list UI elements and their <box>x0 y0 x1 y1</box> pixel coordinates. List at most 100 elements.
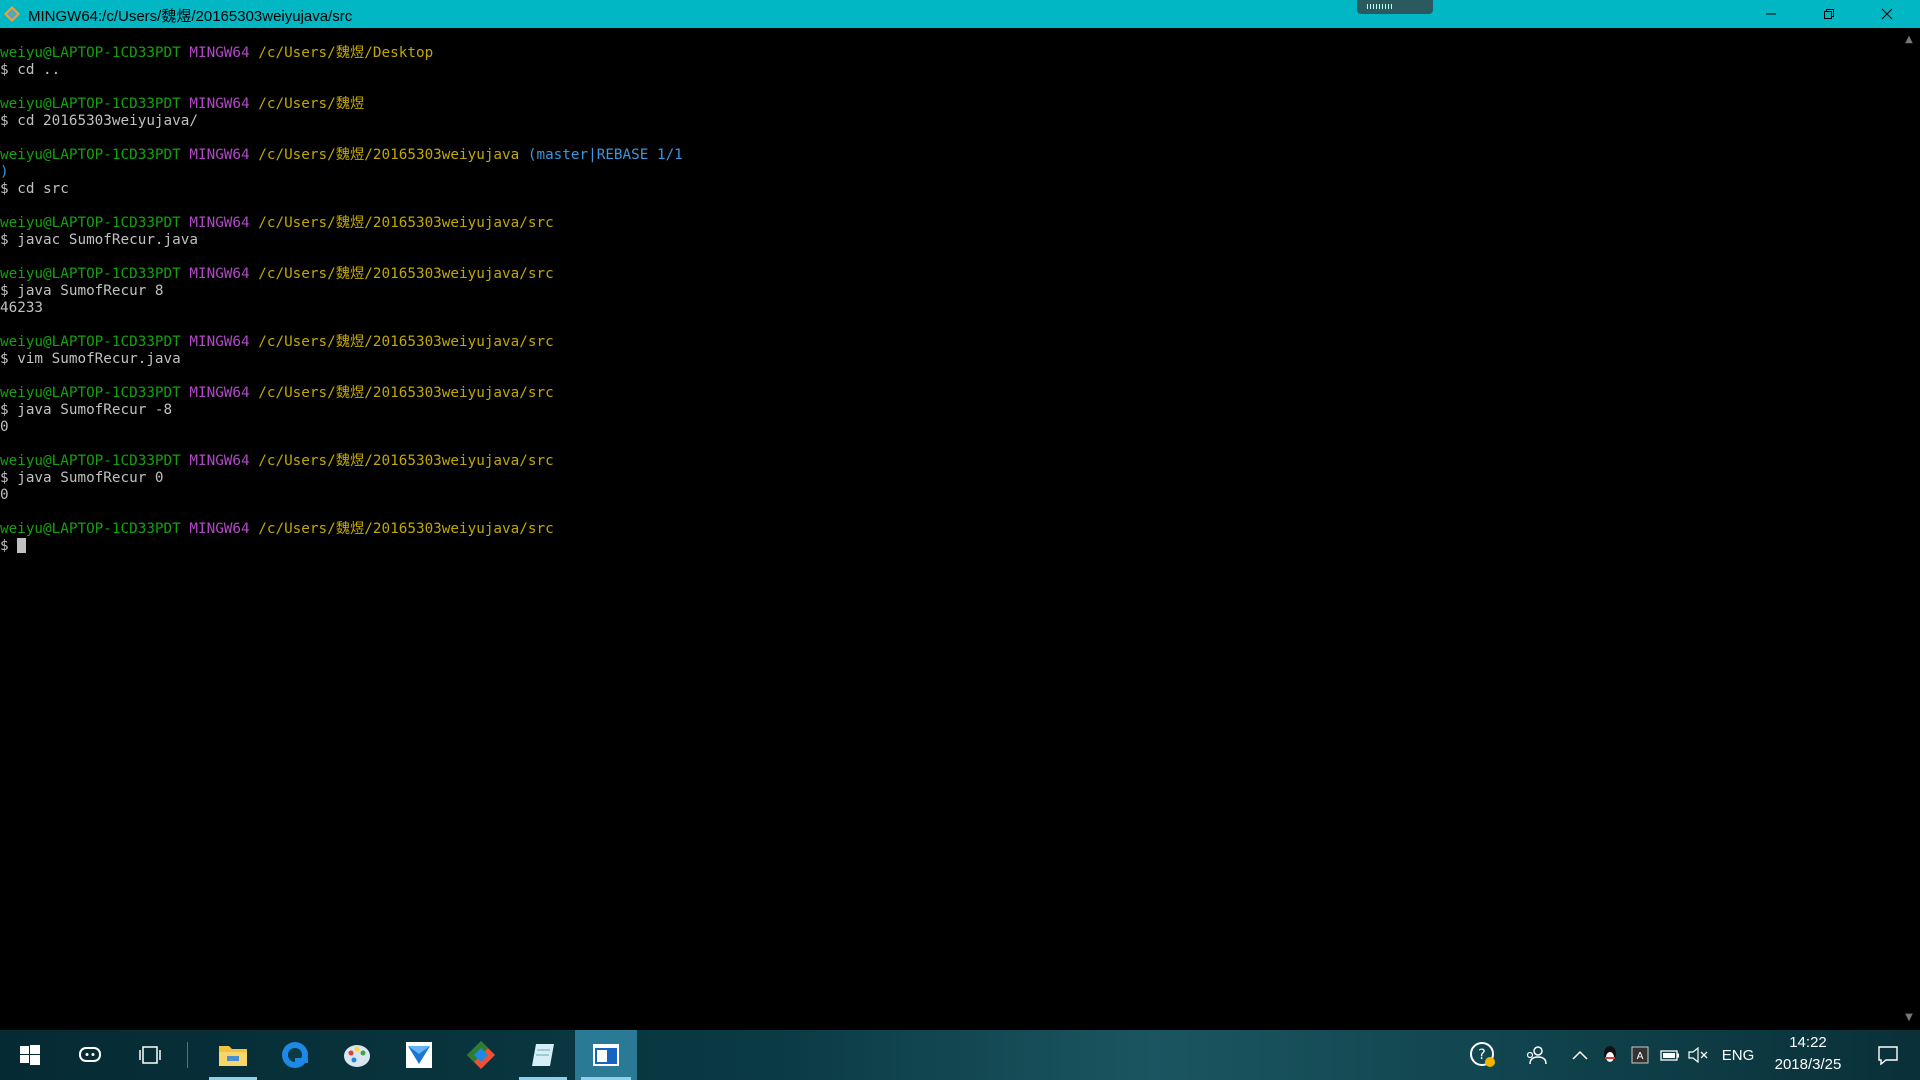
terminal-icon <box>593 1044 619 1066</box>
scroll-down-icon[interactable]: ▼ <box>1898 1010 1920 1026</box>
terminal-line: 0 <box>0 419 683 436</box>
taskbar-terminal[interactable] <box>575 1030 637 1080</box>
terminal-output-text: 46233 <box>0 300 44 316</box>
taskbar-file-explorer[interactable] <box>203 1030 263 1080</box>
prompt-shell: MINGW64 <box>189 147 250 163</box>
terminal-line: weiyu@LAPTOP-1CD33PDT MINGW64 /c/Users/魏… <box>0 385 683 402</box>
prompt-user: weiyu@LAPTOP-1CD33PDT <box>0 453 181 469</box>
terminal-output[interactable]: weiyu@LAPTOP-1CD33PDT MINGW64 /c/Users/魏… <box>0 28 1898 1030</box>
vertical-scrollbar[interactable]: ▲ ▼ <box>1898 28 1920 1030</box>
cortana-button[interactable] <box>60 1030 120 1080</box>
terminal-output-text: $ vim SumofRecur.java <box>0 351 181 367</box>
paint-icon <box>344 1045 370 1067</box>
prompt-path: /c/Users/魏煜/20165303weiyujava/src <box>258 266 554 282</box>
git-bash-icon <box>4 6 20 22</box>
ime-tray-button[interactable]: A <box>1628 1030 1652 1080</box>
people-tray-button[interactable] <box>1520 1030 1552 1080</box>
prompt-path: /c/Users/魏煜/20165303weiyujava/src <box>258 215 554 231</box>
taskbar-mail[interactable] <box>389 1030 449 1080</box>
show-hidden-icons-button[interactable] <box>1568 1030 1592 1080</box>
clock-date: 2018/3/25 <box>1774 1056 1842 1073</box>
prompt-user: weiyu@LAPTOP-1CD33PDT <box>0 521 181 537</box>
prompt-user: weiyu@LAPTOP-1CD33PDT <box>0 385 181 401</box>
prompt-shell: MINGW64 <box>189 334 250 350</box>
prompt-shell: MINGW64 <box>189 453 250 469</box>
title-bar[interactable]: MINGW64:/c/Users/魏煜/20165303weiyujava/sr… <box>0 0 1920 28</box>
terminal-output-text: $ cd .. <box>0 62 61 78</box>
prompt-user: weiyu@LAPTOP-1CD33PDT <box>0 96 181 112</box>
prompt-path: /c/Users/魏煜/20165303weiyujava <box>258 147 520 163</box>
terminal-line: weiyu@LAPTOP-1CD33PDT MINGW64 /c/Users/魏… <box>0 521 683 538</box>
action-center-button[interactable] <box>1866 1030 1910 1080</box>
window-title: MINGW64:/c/Users/魏煜/20165303weiyujava/sr… <box>28 8 353 25</box>
terminal-line: weiyu@LAPTOP-1CD33PDT MINGW64 /c/Users/魏… <box>0 215 683 232</box>
svg-text:A: A <box>1637 1051 1644 1062</box>
scroll-up-icon[interactable]: ▲ <box>1898 32 1920 48</box>
prompt-shell: MINGW64 <box>189 266 250 282</box>
prompt-path: /c/Users/魏煜/20165303weiyujava/src <box>258 385 554 401</box>
prompt-user: weiyu@LAPTOP-1CD33PDT <box>0 45 181 61</box>
battery-icon <box>1660 1050 1679 1061</box>
task-view-button[interactable] <box>120 1030 180 1080</box>
prompt-path: /c/Users/魏煜 <box>258 96 365 112</box>
terminal-output-text: $ java SumofRecur 8 <box>0 283 164 299</box>
cortana-icon <box>79 1047 101 1062</box>
terminal-line: $ cd .. <box>0 62 683 79</box>
minimize-icon <box>1766 13 1776 15</box>
command-prompt: $ <box>0 538 18 554</box>
terminal-line: $ java SumofRecur 8 <box>0 283 683 300</box>
terminal-output-text: 0 <box>0 487 9 503</box>
prompt-path: /c/Users/魏煜/Desktop <box>258 45 434 61</box>
clock-time: 14:22 <box>1789 1034 1827 1051</box>
language-indicator[interactable]: ENG <box>1716 1030 1760 1080</box>
terminal-output-text: $ java SumofRecur 0 <box>0 470 164 486</box>
terminal-line: $ cd src <box>0 181 683 198</box>
prompt-user: weiyu@LAPTOP-1CD33PDT <box>0 334 181 350</box>
terminal-output-text: $ cd src <box>0 181 69 197</box>
prompt-shell: MINGW64 <box>189 96 250 112</box>
taskbar-browser[interactable] <box>265 1030 325 1080</box>
prompt-shell: MINGW64 <box>189 521 250 537</box>
taskbar-notepad[interactable] <box>513 1030 573 1080</box>
taskbar-git[interactable] <box>451 1030 511 1080</box>
prompt-path: /c/Users/魏煜/20165303weiyujava/src <box>258 521 554 537</box>
terminal-line: $ java SumofRecur 0 <box>0 470 683 487</box>
minimize-button[interactable] <box>1742 0 1800 28</box>
terminal-line: weiyu@LAPTOP-1CD33PDT MINGW64 /c/Users/魏… <box>0 266 683 283</box>
close-button[interactable] <box>1858 0 1916 28</box>
text-cursor <box>17 538 27 553</box>
start-button[interactable] <box>0 1030 60 1080</box>
volume-tray-button[interactable] <box>1686 1030 1710 1080</box>
taskbar-paint[interactable] <box>327 1030 387 1080</box>
terminal-line: weiyu@LAPTOP-1CD33PDT MINGW64 /c/Users/魏… <box>0 453 683 470</box>
prompt-path: /c/Users/魏煜/20165303weiyujava/src <box>258 334 554 350</box>
terminal-line: weiyu@LAPTOP-1CD33PDT MINGW64 /c/Users/魏… <box>0 334 683 351</box>
prompt-git-branch: ) <box>0 164 9 180</box>
help-tray-button[interactable]: ? <box>1466 1030 1500 1080</box>
clock[interactable]: 14:22 2018/3/25 <box>1760 1032 1856 1076</box>
browser-icon <box>282 1042 308 1068</box>
terminal-output-text: 0 <box>0 419 9 435</box>
prompt-git-branch: (master|REBASE 1/1 <box>527 147 683 163</box>
window-drag-handle[interactable] <box>1357 0 1433 14</box>
terminal-line: $ <box>0 538 683 555</box>
qq-tray-button[interactable] <box>1598 1030 1622 1080</box>
file-explorer-icon <box>219 1046 247 1066</box>
terminal-line: 46233 <box>0 300 683 317</box>
prompt-shell: MINGW64 <box>189 215 250 231</box>
terminal-text: weiyu@LAPTOP-1CD33PDT MINGW64 /c/Users/魏… <box>0 45 683 555</box>
input-method-icon: A <box>1631 1046 1649 1064</box>
close-icon <box>1881 8 1893 20</box>
windows-start-icon <box>20 1045 40 1065</box>
prompt-shell: MINGW64 <box>189 45 250 61</box>
volume-muted-icon <box>1688 1047 1708 1063</box>
notification-icon <box>1878 1046 1898 1066</box>
restore-button[interactable] <box>1800 0 1858 28</box>
prompt-user: weiyu@LAPTOP-1CD33PDT <box>0 215 181 231</box>
battery-tray-button[interactable] <box>1658 1030 1682 1080</box>
